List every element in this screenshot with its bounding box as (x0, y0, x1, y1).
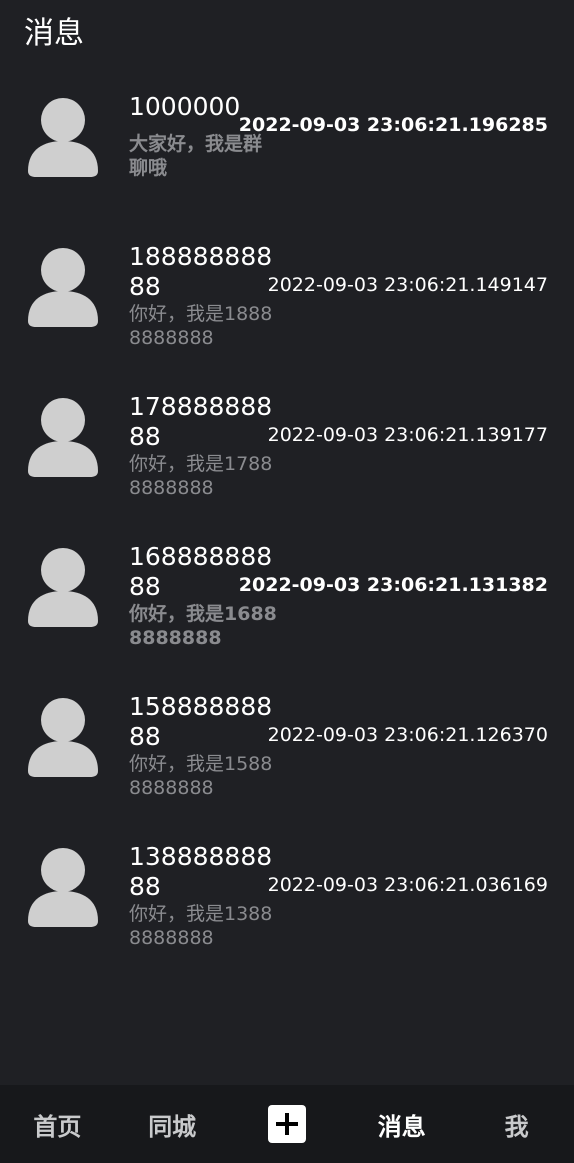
conversation-item[interactable]: 17888888888 你好，我是17888888888 2022-09-03 … (0, 380, 574, 530)
conversation-time: 2022-09-03 23:06:21.131382 (238, 574, 548, 596)
conversation-name: 17888888888 (129, 392, 273, 451)
conversation-name: 15888888888 (129, 692, 273, 751)
user-avatar-icon (28, 248, 98, 327)
user-avatar-icon (28, 548, 98, 627)
tab-me[interactable]: 我 (477, 1107, 557, 1142)
tab-home[interactable]: 首页 (17, 1107, 97, 1142)
conversation-preview: 你好，我是16888888888 (129, 603, 277, 649)
plus-icon (267, 1105, 306, 1143)
conversation-item[interactable]: 1000000 大家好，我是群聊哦 2022-09-03 23:06:21.19… (0, 80, 574, 230)
conversation-time: 2022-09-03 23:06:21.036169 (267, 874, 548, 896)
user-avatar-icon (28, 398, 98, 477)
conversation-preview: 大家好，我是群聊哦 (129, 133, 263, 179)
plus-glyph-icon (275, 1113, 298, 1135)
conversation-name: 18888888888 (129, 242, 273, 301)
conversation-list: 1000000 大家好，我是群聊哦 2022-09-03 23:06:21.19… (0, 80, 574, 980)
add-button[interactable] (247, 1105, 327, 1143)
user-avatar-icon (28, 698, 98, 777)
user-avatar-icon (28, 848, 98, 927)
conversation-time: 2022-09-03 23:06:21.196285 (238, 114, 548, 136)
conversation-time: 2022-09-03 23:06:21.139177 (267, 424, 548, 446)
conversation-item[interactable]: 13888888888 你好，我是13888888888 2022-09-03 … (0, 830, 574, 980)
bottom-tab-bar: 首页 同城 消息 我 (0, 1085, 574, 1163)
conversation-time: 2022-09-03 23:06:21.149147 (267, 274, 548, 296)
conversation-name: 13888888888 (129, 842, 273, 901)
tab-messages[interactable]: 消息 (362, 1107, 442, 1142)
conversation-item[interactable]: 15888888888 你好，我是15888888888 2022-09-03 … (0, 680, 574, 830)
user-avatar-icon (28, 98, 98, 177)
conversation-item[interactable]: 18888888888 你好，我是18888888888 2022-09-03 … (0, 230, 574, 380)
tab-local[interactable]: 同城 (132, 1107, 212, 1142)
conversation-preview: 你好，我是13888888888 (129, 903, 273, 949)
conversation-preview: 你好，我是15888888888 (129, 753, 273, 799)
conversation-time: 2022-09-03 23:06:21.126370 (267, 724, 548, 746)
conversation-preview: 你好，我是17888888888 (129, 453, 273, 499)
page-title: 消息 (24, 16, 84, 51)
conversation-item[interactable]: 16888888888 你好，我是16888888888 2022-09-03 … (0, 530, 574, 680)
conversation-preview: 你好，我是18888888888 (129, 303, 273, 349)
